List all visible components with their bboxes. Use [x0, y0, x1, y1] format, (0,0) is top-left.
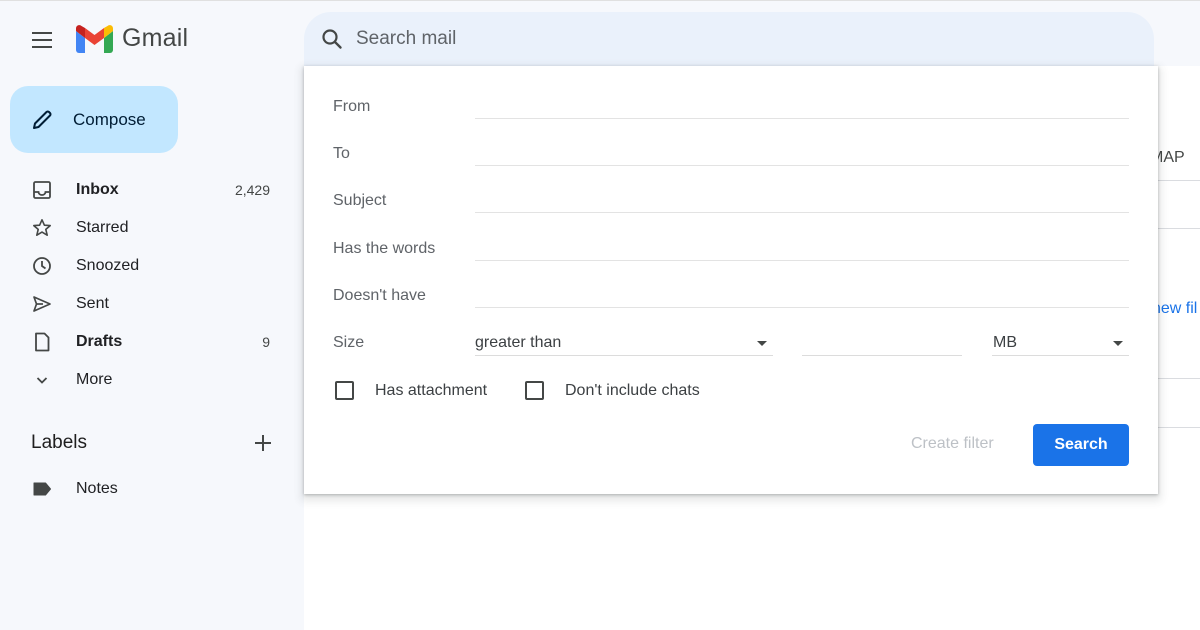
unread-count: 2,429: [234, 182, 270, 198]
labels-heading: Labels: [31, 432, 87, 453]
advanced-search-panel: From To Subject Has the words Doesn't ha…: [304, 66, 1158, 494]
gmail-wordmark: Gmail: [122, 24, 189, 52]
subject-input[interactable]: [475, 212, 1129, 213]
sidebar-item-starred[interactable]: Starred: [0, 210, 290, 246]
sidebar-item-more[interactable]: More: [0, 362, 290, 398]
size-label: Size: [333, 334, 365, 351]
has-words-label: Has the words: [333, 240, 436, 257]
dropdown-arrow-icon: [757, 341, 767, 346]
doesnt-have-label: Doesn't have: [333, 287, 426, 304]
create-filter-button[interactable]: Create filter: [911, 435, 994, 453]
sidebar-item-label: Sent: [76, 295, 109, 312]
to-label: To: [333, 145, 350, 162]
sidebar-item-label: Notes: [76, 480, 118, 497]
pencil-icon: [33, 110, 52, 129]
draft-icon: [35, 332, 50, 352]
star-icon: [32, 218, 52, 237]
compose-label: Compose: [73, 109, 146, 129]
search-icon[interactable]: [320, 27, 344, 51]
dont-include-chats-checkbox[interactable]: [525, 381, 544, 400]
sidebar-item-inbox[interactable]: Inbox 2,429: [0, 172, 290, 208]
inbox-icon: [33, 181, 51, 199]
sidebar-item-label: Snoozed: [76, 257, 140, 274]
has-words-input[interactable]: [475, 260, 1129, 261]
size-unit-select[interactable]: MB: [992, 332, 1129, 356]
divider: [1158, 427, 1200, 428]
has-attachment-label[interactable]: Has attachment: [375, 382, 487, 400]
sidebar-item-sent[interactable]: Sent: [0, 286, 290, 322]
from-input[interactable]: [475, 118, 1129, 119]
chevron-down-icon: [36, 377, 48, 384]
sidebar-item-label: Starred: [76, 219, 129, 236]
sidebar-item-drafts[interactable]: Drafts 9: [0, 324, 290, 360]
plus-icon[interactable]: [252, 432, 274, 454]
dropdown-arrow-icon: [1113, 341, 1123, 346]
main-menu-button[interactable]: [26, 24, 58, 56]
has-attachment-checkbox[interactable]: [335, 381, 354, 400]
size-value-input[interactable]: [802, 332, 962, 356]
sidebar-item-label: Drafts: [76, 333, 123, 350]
to-input[interactable]: [475, 165, 1129, 166]
doesnt-have-input[interactable]: [475, 307, 1129, 308]
divider: [1158, 180, 1200, 181]
draft-count: 9: [262, 334, 270, 350]
label-item-notes[interactable]: Notes: [0, 471, 290, 507]
sidebar-item-snoozed[interactable]: Snoozed: [0, 248, 290, 284]
sidebar-item-label: More: [76, 371, 113, 388]
hamburger-menu-icon: [32, 32, 52, 34]
size-unit-value: MB: [993, 334, 1017, 351]
gmail-m-logo-icon: [76, 24, 113, 53]
sidebar-item-label: Inbox: [76, 181, 119, 198]
send-icon: [33, 296, 51, 312]
gmail-logo[interactable]: Gmail: [76, 24, 188, 53]
subject-label: Subject: [333, 192, 387, 209]
divider: [1158, 378, 1200, 379]
size-operator-select[interactable]: greater than: [475, 332, 773, 356]
divider: [1158, 228, 1200, 229]
compose-button[interactable]: Compose: [10, 86, 178, 153]
search-button[interactable]: Search: [1033, 424, 1129, 466]
from-label: From: [333, 98, 371, 115]
clock-icon: [33, 257, 51, 275]
search-bar[interactable]: Search mail: [304, 12, 1154, 66]
search-input[interactable]: Search mail: [356, 28, 456, 50]
label-tag-icon: [33, 482, 51, 496]
top-border: [0, 0, 1200, 1]
link-peek[interactable]: new fil: [1152, 300, 1197, 318]
dont-include-chats-label[interactable]: Don't include chats: [565, 382, 700, 400]
size-operator-value: greater than: [475, 334, 562, 351]
